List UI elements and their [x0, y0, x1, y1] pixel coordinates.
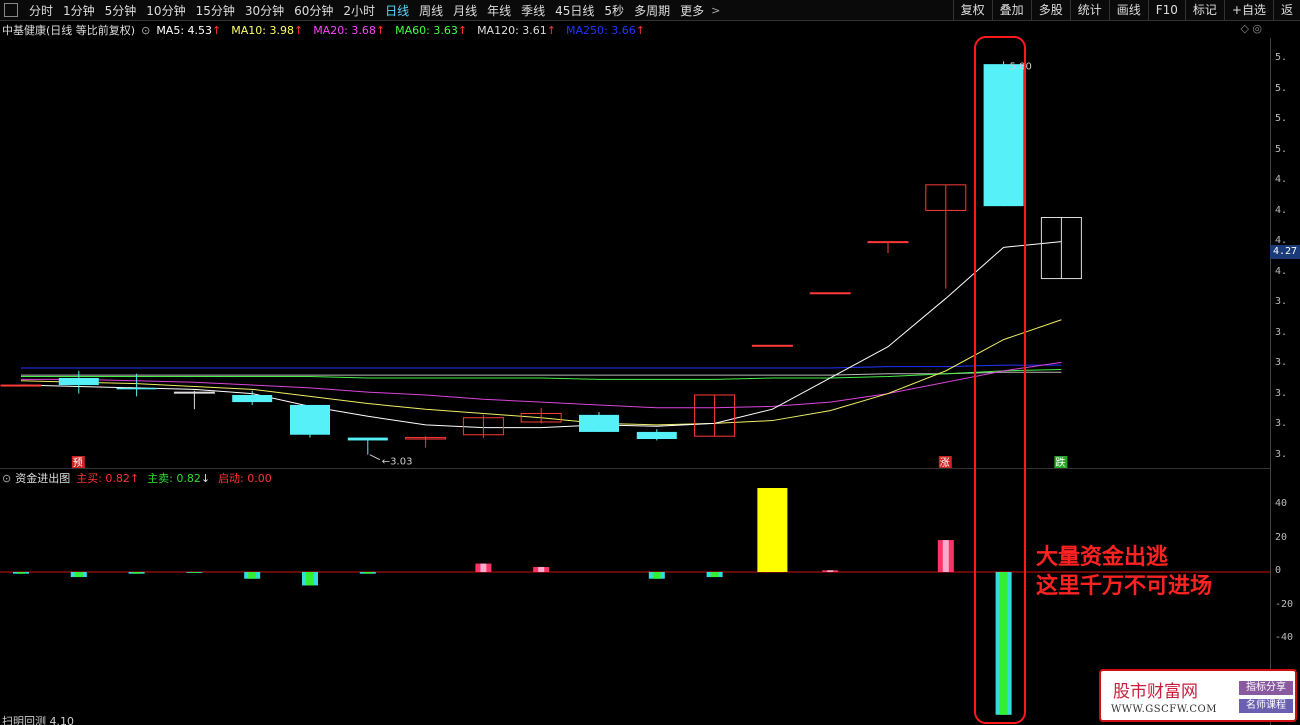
indicator-bar-inner — [74, 572, 83, 578]
price-axis-tick: 5. — [1275, 143, 1288, 155]
indicator-axis-tick: 0 — [1275, 565, 1282, 576]
watermark-tag-indicator: 指标分享 — [1239, 681, 1293, 695]
highlight-box — [974, 36, 1026, 724]
candle-body — [751, 344, 793, 347]
site-watermark: 股市财富网 WWW.GSCFW.COM 指标分享 名师课程 — [1099, 669, 1297, 722]
indicator-bar — [757, 488, 788, 572]
price-axis-tick: 4. — [1275, 174, 1288, 185]
ma-line-ma250 — [21, 364, 1062, 369]
current-price-tag: 4.27 — [1270, 245, 1300, 259]
watermark-title: 股市财富网 — [1113, 682, 1198, 702]
indicator-axis-tick: -40 — [1275, 632, 1294, 643]
price-axis-tick: 3. — [1275, 326, 1288, 338]
annotation-line-1: 大量资金出逃 — [1036, 545, 1169, 570]
watermark-url: WWW.GSCFW.COM — [1111, 704, 1217, 715]
ma-line-ma60 — [21, 368, 1062, 380]
indicator-bar-inner — [17, 572, 25, 574]
indicator-name: 资金进出图 — [15, 472, 71, 485]
indicator-bar-inner — [652, 572, 661, 579]
ma-line-ma120 — [21, 371, 1062, 376]
indicator-axis-tick: 40 — [1275, 498, 1288, 509]
price-axis-tick: 3. — [1275, 357, 1288, 368]
indicator-bar-inner — [480, 563, 487, 572]
candle-body — [867, 241, 909, 244]
annotation-line-2: 这里千万不可进场 — [1036, 574, 1213, 599]
indicator-legend-item: 启动: 0.00 — [218, 472, 272, 485]
price-axis-tick: 3. — [1275, 296, 1288, 307]
indicator-bar-inner — [827, 570, 834, 572]
ma-line-ma5 — [20, 241, 1062, 429]
arrow-down-icon: ↓ — [200, 472, 211, 485]
ma-line-ma20 — [21, 361, 1062, 409]
arrow-up-icon: ↑ — [129, 472, 140, 485]
low-price-label: ←3.03 — [382, 457, 413, 468]
annotation-text: 大量资金出逃 这里千万不可进场 — [1036, 543, 1212, 601]
price-axis-tick: 4. — [1275, 265, 1288, 277]
candle-body — [347, 437, 388, 441]
indicator-legend-item: 主卖: 0.82↓ — [147, 472, 211, 485]
watermark-tag-course: 名师课程 — [1239, 699, 1293, 713]
indicator-bar-inner — [942, 540, 949, 572]
price-axis-tick: 3. — [1275, 418, 1288, 429]
price-axis-tick: 3. — [1275, 448, 1288, 460]
price-axis-tick: 3. — [1275, 387, 1288, 399]
kline-chart[interactable]: ←3.035.80预涨跌 — [0, 0, 1270, 725]
indicator-bar-inner — [363, 572, 372, 574]
price-axis-tick: 5. — [1275, 82, 1288, 94]
indicator-bar-inner — [306, 572, 314, 586]
indicator-legend-item: 主买: 0.82↑ — [76, 472, 140, 485]
toolbar-button[interactable]: 返 — [1272, 0, 1300, 21]
candle-body — [809, 292, 851, 295]
low-pointer — [369, 454, 381, 461]
bottom-indicator-label: 扫明回测 4.10 — [2, 715, 74, 725]
price-axis-tick: 4. — [1275, 204, 1288, 216]
candle-body — [0, 384, 42, 387]
indicator-bar-inner — [248, 572, 257, 579]
indicator-bar-inner — [538, 566, 545, 572]
candle-body — [116, 387, 157, 390]
indicator-bar-inner — [132, 572, 141, 574]
price-axis-tick: 5. — [1275, 113, 1288, 124]
indicator-bar-inner — [190, 572, 199, 573]
indicator-items: 主买: 0.82↑ 主卖: 0.82↓ 启动: 0.00 — [76, 470, 280, 486]
candle-body — [232, 395, 273, 403]
price-axis: 5. 5. 5. 5. 4. 4. 4. 4. 3. 3. 3. 3. 3. 3. 40 20 0 -20 -40 — [1270, 38, 1300, 725]
indicator-switch-icon[interactable]: ⊙ — [2, 472, 11, 485]
candle-body — [579, 414, 619, 432]
indicator-axis-tick: 20 — [1275, 531, 1288, 543]
candle-body — [173, 391, 215, 394]
candle-body — [290, 404, 330, 435]
price-axis-tick: 5. — [1275, 52, 1288, 63]
panel-divider — [0, 468, 1270, 469]
candle-body — [636, 431, 677, 440]
candle-body — [58, 377, 99, 386]
indicator-header: ⊙ 资金进出图 主买: 0.82↑ 主卖: 0.82↓ 启动: 0.00 — [2, 470, 280, 486]
indicator-bar-inner — [710, 572, 719, 578]
indicator-axis-tick: -20 — [1275, 598, 1294, 610]
